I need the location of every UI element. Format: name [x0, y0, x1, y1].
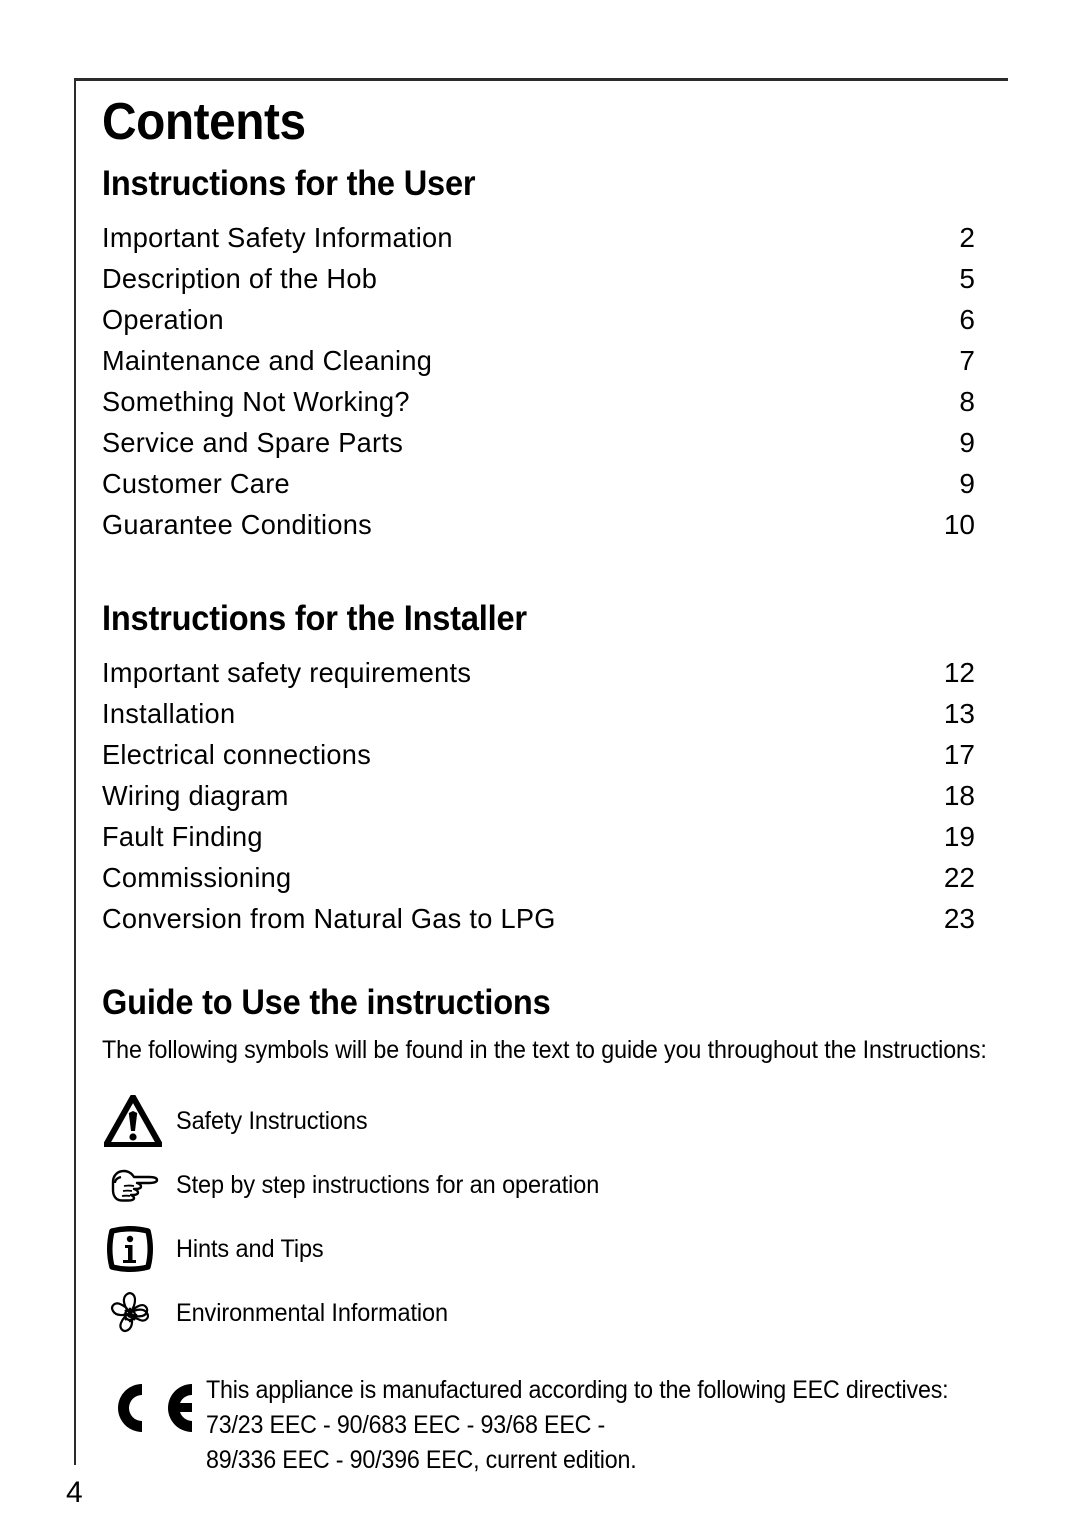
toc-entry-label: Maintenance and Cleaning — [102, 345, 433, 376]
toc-row[interactable]: Description of the Hob 5 — [102, 258, 978, 299]
section-heading-user: Instructions for the User — [102, 164, 476, 203]
symbol-row: Safety Instructions — [102, 1089, 978, 1153]
toc-entry-label: Service and Spare Parts — [102, 427, 404, 458]
toc-row[interactable]: Fault Finding 19 — [102, 816, 978, 857]
contents-page-body: Contents Instructions for the User Impor… — [102, 93, 987, 1478]
ce-line: This appliance is manufactured according… — [206, 1376, 949, 1404]
toc-row[interactable]: Maintenance and Cleaning 7 — [102, 340, 978, 381]
toc-entry-label: Customer Care — [102, 468, 290, 499]
symbol-label: Safety Instructions — [176, 1106, 368, 1135]
toc-row[interactable]: Guarantee Conditions 10 — [102, 504, 978, 545]
page-top-rule — [74, 78, 1008, 81]
toc-row[interactable]: Important safety requirements 12 — [102, 652, 978, 693]
toc-row[interactable]: Commissioning 22 — [102, 857, 978, 898]
guide-intro-text: The following symbols will be found in t… — [102, 1036, 987, 1064]
toc-row[interactable]: Installation 13 — [102, 693, 978, 734]
toc-entry-label: Operation — [102, 304, 224, 335]
toc-entry-page: 5 — [959, 263, 975, 294]
toc-entry-label: Something Not Working? — [102, 386, 410, 417]
toc-row[interactable]: Important Safety Information 2 — [102, 217, 978, 258]
warning-triangle-icon — [102, 1095, 176, 1147]
toc-row[interactable]: Customer Care 9 — [102, 463, 978, 504]
toc-list-user: Important Safety Information 2 Descripti… — [102, 217, 978, 545]
toc-list-installer: Important safety requirements 12 Install… — [102, 652, 978, 939]
toc-entry-page: 2 — [959, 222, 975, 253]
toc-row[interactable]: Electrical connections 17 — [102, 734, 978, 775]
toc-entry-page: 6 — [959, 304, 975, 335]
symbol-label: Step by step instructions for an operati… — [176, 1170, 600, 1199]
toc-entry-label: Wiring diagram — [102, 780, 289, 811]
environment-flower-icon — [102, 1287, 176, 1339]
symbol-row: Environmental Information — [102, 1281, 978, 1345]
section-heading-installer: Instructions for the Installer — [102, 599, 527, 638]
toc-entry-page: 7 — [959, 345, 975, 376]
toc-entry-label: Commissioning — [102, 862, 292, 893]
toc-entry-page: 9 — [959, 427, 975, 458]
toc-entry-page: 19 — [943, 821, 975, 852]
toc-entry-label: Installation — [102, 698, 236, 729]
ce-directives-notice: This appliance is manufactured according… — [102, 1371, 978, 1478]
footer-page-number: 4 — [66, 1476, 83, 1509]
toc-entry-page: 10 — [943, 509, 975, 540]
toc-entry-page: 12 — [943, 657, 975, 688]
info-icon — [102, 1223, 176, 1275]
symbol-label: Hints and Tips — [176, 1234, 324, 1263]
ce-line: 89/336 EEC - 90/396 EEC, current edition… — [206, 1446, 637, 1474]
toc-entry-page: 9 — [959, 468, 975, 499]
symbol-legend-list: Safety Instructions Step by step instruc… — [102, 1089, 978, 1345]
toc-entry-page: 18 — [943, 780, 975, 811]
section-heading-guide: Guide to Use the instructions — [102, 983, 551, 1022]
symbol-row: Hints and Tips — [102, 1217, 978, 1281]
toc-entry-label: Description of the Hob — [102, 263, 378, 294]
toc-row[interactable]: Operation 6 — [102, 299, 978, 340]
toc-row[interactable]: Service and Spare Parts 9 — [102, 422, 978, 463]
toc-entry-page: 8 — [959, 386, 975, 417]
symbol-label: Environmental Information — [176, 1298, 448, 1327]
toc-entry-page: 22 — [943, 862, 975, 893]
toc-row[interactable]: Wiring diagram 18 — [102, 775, 978, 816]
toc-entry-label: Conversion from Natural Gas to LPG — [102, 903, 556, 934]
ce-directives-text: This appliance is manufactured according… — [206, 1371, 1004, 1478]
pointing-hand-icon — [102, 1165, 176, 1205]
page-left-rule — [74, 78, 76, 1465]
toc-entry-page: 13 — [943, 698, 975, 729]
page-title: Contents — [102, 93, 306, 151]
symbol-row: Step by step instructions for an operati… — [102, 1153, 978, 1217]
toc-row[interactable]: Conversion from Natural Gas to LPG 23 — [102, 898, 978, 939]
toc-entry-label: Electrical connections — [102, 739, 372, 770]
toc-entry-label: Guarantee Conditions — [102, 509, 373, 540]
toc-entry-label: Important safety requirements — [102, 657, 472, 688]
toc-entry-page: 17 — [943, 739, 975, 770]
toc-entry-page: 23 — [943, 903, 975, 934]
toc-entry-label: Fault Finding — [102, 821, 263, 852]
ce-line: 73/23 EEC - 90/683 EEC - 93/68 EEC - — [206, 1411, 606, 1439]
toc-row[interactable]: Something Not Working? 8 — [102, 381, 978, 422]
toc-entry-label: Important Safety Information — [102, 222, 453, 253]
ce-mark-icon — [102, 1371, 206, 1444]
